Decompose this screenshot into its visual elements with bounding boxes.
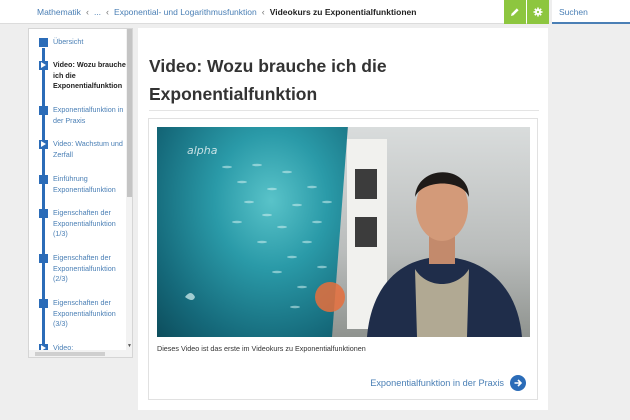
sidebar-item-label: Übersicht: [53, 37, 84, 46]
breadcrumb-current: Videokurs zu Exponentialfunktionen: [269, 6, 417, 17]
video-player[interactable]: alpha: [157, 127, 530, 337]
presenter-figure: [367, 172, 522, 337]
scroll-down-arrow-icon[interactable]: ▼: [126, 343, 132, 351]
sidebar-item-label: Video: Wachstum und Zerfall: [53, 139, 123, 159]
gear-icon: [533, 7, 543, 17]
search-tab[interactable]: Suchen: [552, 0, 630, 24]
horizontal-scrollbar-thumb[interactable]: [35, 352, 105, 356]
square-marker-icon: [39, 209, 48, 218]
sidebar-horizontal-scrollbar[interactable]: [29, 350, 126, 357]
page-title: Video: Wozu brauche ich die Exponentialf…: [149, 56, 387, 104]
square-marker-icon: [39, 106, 48, 115]
play-icon: [39, 140, 48, 149]
square-marker-icon: [39, 299, 48, 308]
title-divider: [149, 110, 539, 111]
pencil-icon: [511, 8, 519, 16]
play-icon: [39, 61, 48, 70]
arrow-right-circle-icon: [510, 375, 526, 391]
square-marker-icon: [39, 38, 48, 47]
course-sidebar: Übersicht Video: Wozu brauche ich die Ex…: [28, 28, 133, 358]
breadcrumb-item-exponential[interactable]: Exponential- und Logarithmusfunktion: [114, 7, 257, 17]
chevron-left-icon: ‹: [106, 6, 110, 17]
channel-logo: alpha: [187, 144, 218, 157]
square-marker-icon: [39, 175, 48, 184]
sidebar-item-label: Einführung Exponentialfunktion: [53, 174, 116, 194]
settings-button[interactable]: [527, 0, 549, 24]
next-lesson-link[interactable]: Exponentialfunktion in der Praxis: [370, 375, 526, 391]
breadcrumb: Mathematik ‹ ... ‹ Exponential- und Loga…: [0, 7, 416, 17]
main-content: Video: Wozu brauche ich die Exponentialf…: [138, 28, 548, 410]
video-card: alpha Dieses Video ist das erste im Vide…: [148, 118, 538, 400]
next-lesson-label: Exponentialfunktion in der Praxis: [370, 378, 504, 388]
breadcrumb-item-ellipsis[interactable]: ...: [94, 7, 101, 17]
sidebar-scrollbar[interactable]: ▼: [126, 29, 132, 357]
edit-button[interactable]: [504, 0, 526, 24]
search-label: Suchen: [559, 7, 588, 17]
sidebar-item-label: Eigenschaften der Exponentialfunktion (2…: [53, 253, 116, 283]
sidebar-item-label: Video: Wozu brauche ich die Exponentialf…: [53, 60, 126, 90]
sidebar-item-label: Eigenschaften der Exponentialfunktion (1…: [53, 208, 116, 238]
play-button-overlay-icon[interactable]: [315, 282, 345, 312]
scrollbar-thumb[interactable]: [127, 29, 132, 197]
chevron-left-icon: ‹: [261, 6, 265, 17]
sidebar-item-label: Eigenschaften der Exponentialfunktion (3…: [53, 298, 116, 328]
sidebar-item-label: Exponentialfunktion in der Praxis: [53, 105, 124, 125]
top-bar: Mathematik ‹ ... ‹ Exponential- und Loga…: [0, 0, 549, 24]
breadcrumb-item-mathematik[interactable]: Mathematik: [37, 7, 81, 17]
chevron-left-icon: ‹: [85, 6, 89, 17]
video-caption: Dieses Video ist das erste im Videokurs …: [157, 344, 366, 353]
square-marker-icon: [39, 254, 48, 263]
